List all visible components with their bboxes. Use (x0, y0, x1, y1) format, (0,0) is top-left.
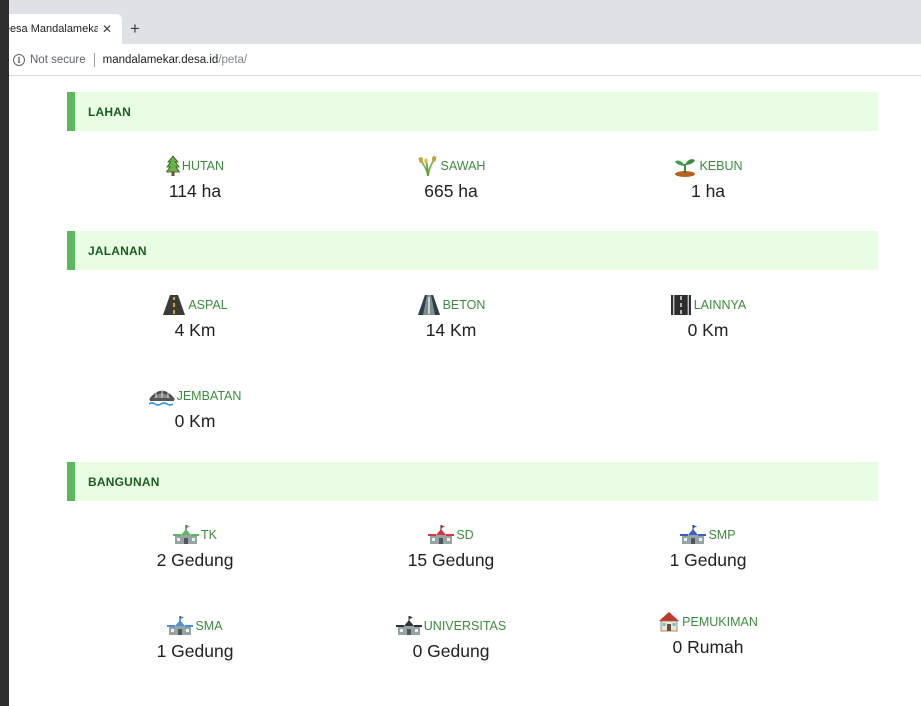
stat-label-text: HUTAN (181, 159, 225, 173)
house-icon (659, 612, 680, 632)
stat-aspal: ASPAL 4 Km (95, 293, 295, 341)
stat-value: 1 Gedung (669, 550, 747, 570)
road-icon (163, 295, 186, 315)
stat-jembatan: JEMBATAN 0 Km (95, 384, 295, 432)
address-bar[interactable]: i Not secure mandalamekar.desa.id/peta/ (9, 44, 921, 76)
stat-sawah: SAWAH 665 ha (351, 154, 551, 202)
stat-lainnya: LAINNYA 0 Km (608, 293, 808, 341)
stat-value: 2 Gedung (156, 550, 234, 570)
stat-value: 0 Rumah (672, 637, 744, 657)
stat-value: 15 Gedung (407, 550, 495, 570)
section-title: LAHAN (88, 104, 131, 119)
stat-label-text: PEMUKIMAN (682, 615, 758, 629)
stat-label-text: SAWAH (440, 159, 486, 173)
section-header-lahan: LAHAN (67, 92, 878, 131)
stat-label-text: SMP (708, 528, 736, 542)
road-icon (417, 295, 440, 315)
page-content: LAHAN HUTAN 114 ha SAWAH 665 ha KEBUN 1 … (9, 77, 921, 706)
stat-value: 114 ha (168, 181, 222, 201)
section-title: JALANAN (88, 243, 147, 258)
stat-label-text: UNIVERSITAS (423, 619, 507, 633)
stat-label-text: ASPAL (188, 298, 228, 312)
tab-title: Desa Mandalamekar (2, 23, 98, 35)
section-title: BANGUNAN (88, 474, 160, 489)
stat-value: 4 Km (174, 320, 216, 340)
school-icon (395, 616, 422, 635)
stat-value: 0 Km (174, 411, 216, 431)
stat-pemukiman: PEMUKIMAN 0 Rumah (608, 610, 808, 658)
browser-tab[interactable]: Desa Mandalamekar ✕ (0, 14, 122, 44)
stat-label-text: SMA (195, 619, 223, 633)
security-status[interactable]: Not secure (30, 54, 86, 66)
section-header-jalanan: JALANAN (67, 231, 878, 270)
rice-plant-icon (417, 156, 437, 177)
window-frame-left (0, 0, 9, 706)
stat-label-text: SD (456, 528, 474, 542)
url-path[interactable]: /peta/ (218, 54, 247, 66)
url-host[interactable]: mandalamekar.desa.id (103, 54, 219, 66)
stat-hutan: HUTAN 114 ha (95, 154, 295, 202)
stat-sma: SMA 1 Gedung (95, 614, 295, 662)
school-icon (680, 525, 707, 544)
info-icon[interactable]: i (13, 53, 25, 66)
stat-value: 0 Km (687, 320, 729, 340)
tree-icon (165, 155, 180, 176)
road-icon (670, 295, 691, 315)
school-icon (173, 525, 199, 544)
sprout-icon (675, 159, 696, 177)
stat-value: 665 ha (424, 181, 478, 201)
bridge-icon (148, 389, 175, 406)
new-tab-button[interactable]: + (130, 20, 140, 37)
section-header-bangunan: BANGUNAN (67, 462, 878, 501)
stat-value: 14 Km (425, 320, 477, 340)
window-frame-top (0, 0, 921, 8)
stat-label-text: KEBUN (699, 159, 743, 173)
stat-label-text: TK (201, 528, 217, 542)
school-icon (167, 616, 194, 635)
stat-sd: SD 15 Gedung (351, 523, 551, 571)
close-tab-icon[interactable]: ✕ (102, 22, 112, 36)
stat-label-text: JEMBATAN (176, 389, 242, 403)
stat-label-text: BETON (442, 298, 486, 312)
school-icon (428, 525, 455, 544)
stat-kebun: KEBUN 1 ha (608, 154, 808, 202)
stat-tk: TK 2 Gedung (95, 523, 295, 571)
stat-label-text: LAINNYA (693, 298, 747, 312)
stat-value: 1 Gedung (156, 641, 234, 661)
stat-universitas: UNIVERSITAS 0 Gedung (351, 614, 551, 662)
tab-bar: Desa Mandalamekar ✕ + (0, 8, 921, 44)
stat-value: 0 Gedung (412, 641, 490, 661)
stat-value: 1 ha (690, 181, 726, 201)
stat-beton: BETON 14 Km (351, 293, 551, 341)
stat-smp: SMP 1 Gedung (608, 523, 808, 571)
address-separator (93, 52, 95, 67)
